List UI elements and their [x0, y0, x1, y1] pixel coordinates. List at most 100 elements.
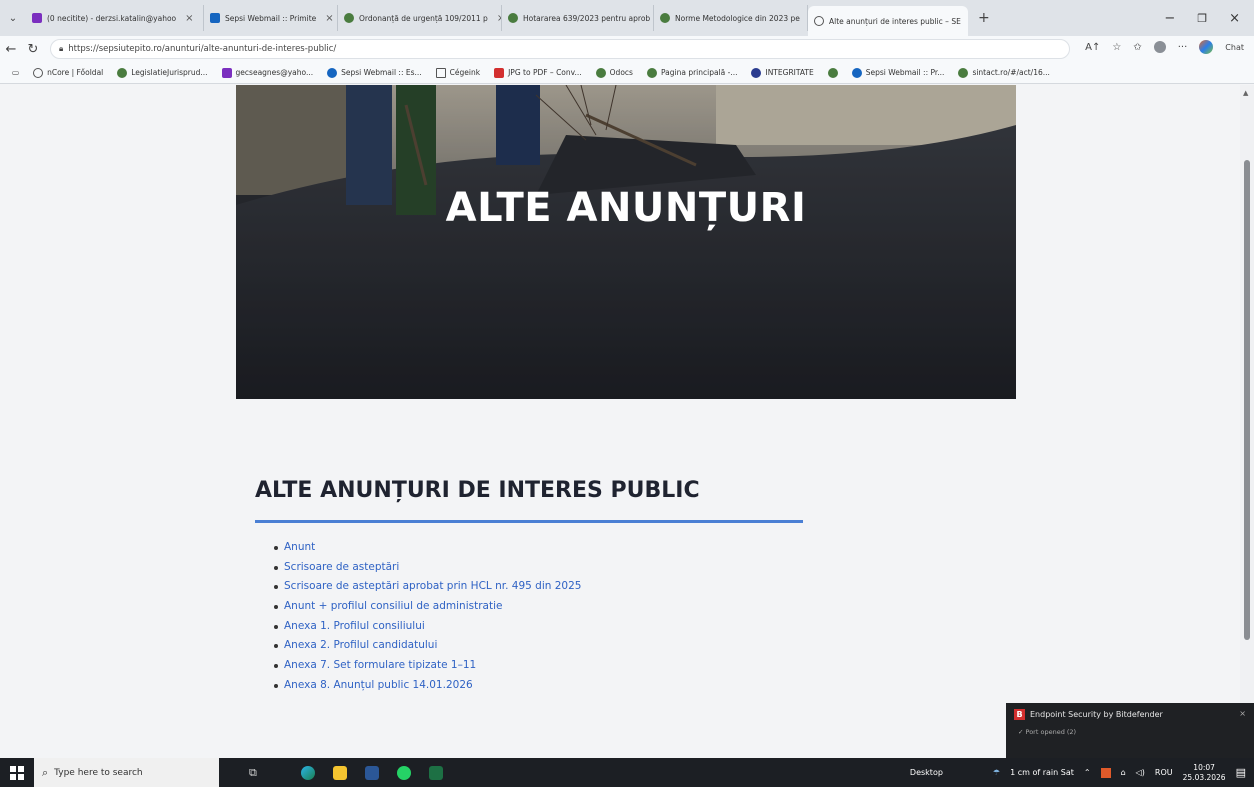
- bookmark-label: LegislatieJurisprud...: [131, 68, 208, 77]
- bookmark-item[interactable]: gecseagnes@yaho...: [221, 67, 314, 78]
- announcement-link[interactable]: Scrisoare de asteptări: [274, 558, 581, 578]
- bitdefender-logo-icon: B: [1014, 709, 1025, 720]
- bookmark-item[interactable]: Sepsi Webmail :: Pr...: [851, 67, 944, 78]
- tab-sepsi-webmail[interactable]: Sepsi Webmail :: Primite ×: [204, 5, 338, 31]
- globe-favicon-icon: [814, 16, 824, 26]
- word-icon[interactable]: [364, 765, 379, 780]
- bookmark-item[interactable]: sintact.ro/#/act/16...: [958, 67, 1050, 78]
- tab-label: Hotararea 639/2023 pentru aprob: [523, 13, 651, 23]
- notification-header: B Endpoint Security by Bitdefender: [1006, 703, 1254, 726]
- bookmark-label: JPG to PDF – Conv...: [508, 68, 582, 77]
- scroll-thumb[interactable]: [1244, 160, 1250, 640]
- site-icon: [958, 67, 969, 78]
- file-explorer-icon[interactable]: [332, 765, 347, 780]
- browser-tab-bar: ⌄ (0 necitite) - derzsi.katalin@yahoo × …: [0, 0, 1254, 36]
- bookmark-item[interactable]: LegislatieJurisprud...: [117, 67, 208, 78]
- browser-toolbar: A↑ ☆ ✩ ··· Chat: [1085, 40, 1244, 54]
- copilot-icon[interactable]: [1199, 40, 1214, 54]
- window-controls: − ❐ ×: [1164, 0, 1254, 36]
- restore-icon[interactable]: ❐: [1197, 12, 1207, 25]
- bookmark-item[interactable]: Odocs: [595, 67, 633, 78]
- language-indicator[interactable]: ROU: [1155, 768, 1173, 777]
- bookmark-item[interactable]: Cégeink: [435, 67, 480, 78]
- close-tab-icon[interactable]: ×: [185, 13, 193, 24]
- tab-ordonanta[interactable]: Ordonanță de urgență 109/2011 p ×: [338, 5, 502, 31]
- bookmark-item[interactable]: Sepsi Webmail :: Pr...: [827, 67, 838, 78]
- tab-norme[interactable]: Norme Metodologice din 2023 pe ×: [654, 5, 808, 31]
- favorites-icon[interactable]: ✩: [1133, 42, 1141, 53]
- announcement-link[interactable]: Anexa 2. Profilul candidatului: [274, 636, 581, 656]
- notification-message-text: Port opened (2): [1025, 728, 1077, 736]
- page-scrollbar[interactable]: ▲: [1240, 85, 1254, 758]
- more-menu-icon[interactable]: ···: [1178, 42, 1188, 53]
- scroll-up-arrow-icon[interactable]: ▲: [1243, 89, 1248, 97]
- minimize-icon[interactable]: −: [1164, 11, 1175, 26]
- lock-icon: 🔒︎: [59, 44, 64, 53]
- clock-time: 10:07: [1193, 762, 1215, 772]
- read-aloud-icon[interactable]: A↑: [1085, 42, 1100, 53]
- webmail-icon: [327, 67, 338, 78]
- bitdefender-notification[interactable]: B Endpoint Security by Bitdefender × ✓ P…: [1006, 703, 1254, 758]
- announcement-link[interactable]: Anunt + profilul consiliul de administra…: [274, 597, 581, 617]
- refresh-icon[interactable]: ↻: [22, 42, 44, 57]
- edge-icon[interactable]: [300, 765, 315, 780]
- tray-app-icon[interactable]: [1100, 767, 1111, 778]
- bookmark-label: Odocs: [609, 68, 633, 77]
- bookmark-item[interactable]: JPG to PDF – Conv...: [494, 67, 582, 78]
- weather-text[interactable]: 1 cm of rain Sat: [1010, 768, 1074, 777]
- chat-label[interactable]: Chat: [1225, 43, 1244, 52]
- pdf-icon: [494, 67, 505, 78]
- bookmark-item[interactable]: Pagina principală -...: [646, 67, 738, 78]
- bookmark-label: gecseagnes@yaho...: [235, 68, 314, 77]
- taskbar-search[interactable]: ⌕ Type here to search: [34, 758, 219, 787]
- windows-start-icon[interactable]: [0, 765, 34, 780]
- page-content: ALTE ANUNȚURI ALTE ANUNȚURI DE INTERES P…: [8, 85, 1240, 758]
- mail-icon: [221, 67, 232, 78]
- bookmark-label: Sepsi Webmail :: Es...: [341, 68, 422, 77]
- tab-alte-anunturi[interactable]: Alte anunțuri de interes public – SE ×: [808, 6, 968, 36]
- tab-yahoo-mail[interactable]: (0 necitite) - derzsi.katalin@yahoo ×: [26, 5, 204, 31]
- favorite-star-icon[interactable]: ☆: [1112, 42, 1121, 53]
- close-window-icon[interactable]: ×: [1229, 11, 1240, 26]
- close-tab-icon[interactable]: ×: [325, 13, 333, 24]
- announcement-link[interactable]: Anunt: [274, 538, 581, 558]
- profile-icon[interactable]: [1153, 41, 1166, 53]
- announcement-link[interactable]: Anexa 7. Set formulare tipizate 1–11: [274, 656, 581, 676]
- notifications-icon[interactable]: ▤: [1236, 766, 1246, 779]
- tab-label: Sepsi Webmail :: Primite: [225, 13, 317, 23]
- taskbar-apps: ⧉: [249, 765, 443, 780]
- back-arrow-icon[interactable]: ←: [0, 42, 22, 57]
- bookmark-label: Pagina principală -...: [660, 68, 738, 77]
- bookmark-item[interactable]: INTEGRITATE: [751, 67, 814, 78]
- announcement-link[interactable]: Anexa 8. Anunțul public 14.01.2026: [274, 676, 581, 696]
- globe-favicon-icon: [508, 13, 518, 23]
- clock[interactable]: 10:07 25.03.2026: [1183, 763, 1226, 783]
- chevron-up-icon[interactable]: ⌃: [1084, 768, 1091, 777]
- announcement-list: Anunt Scrisoare de asteptări Scrisoare d…: [274, 538, 581, 696]
- announcement-link[interactable]: Scrisoare de asteptări aprobat prin HCL …: [274, 577, 581, 597]
- tab-label: (0 necitite) - derzsi.katalin@yahoo: [47, 13, 177, 23]
- url-field[interactable]: 🔒︎ https://sepsiutepito.ro/anunturi/alte…: [50, 39, 1070, 59]
- new-tab-button[interactable]: +: [968, 10, 1000, 26]
- tab-hotararea[interactable]: Hotararea 639/2023 pentru aprob ×: [502, 5, 654, 31]
- tab-list-chevron-icon[interactable]: ⌄: [0, 13, 26, 24]
- section-title: ALTE ANUNȚURI DE INTERES PUBLIC: [255, 478, 700, 503]
- desktop-label[interactable]: Desktop: [910, 768, 943, 777]
- bookmark-label: nCore | Főoldal: [47, 68, 104, 77]
- volume-icon[interactable]: ◁): [1136, 768, 1145, 777]
- bookmark-item[interactable]: Sepsi Webmail :: Es...: [327, 67, 422, 78]
- notification-title: Endpoint Security by Bitdefender: [1030, 710, 1163, 719]
- webmail-icon: [851, 67, 862, 78]
- excel-icon[interactable]: [428, 765, 443, 780]
- whatsapp-icon[interactable]: [396, 765, 411, 780]
- reading-view-icon[interactable]: ▭: [12, 68, 19, 77]
- globe-icon: [751, 67, 762, 78]
- announcement-link[interactable]: Anexa 1. Profilul consiliului: [274, 617, 581, 637]
- bookmark-item[interactable]: nCore | Főoldal: [33, 67, 104, 78]
- globe-favicon-icon: [344, 13, 354, 23]
- notification-close-icon[interactable]: ×: [1239, 709, 1246, 718]
- search-icon: ⌕: [42, 765, 49, 779]
- network-icon[interactable]: ⌂: [1121, 768, 1126, 777]
- weather-icon: ☂: [992, 768, 1001, 777]
- task-view-icon[interactable]: ⧉: [249, 766, 257, 780]
